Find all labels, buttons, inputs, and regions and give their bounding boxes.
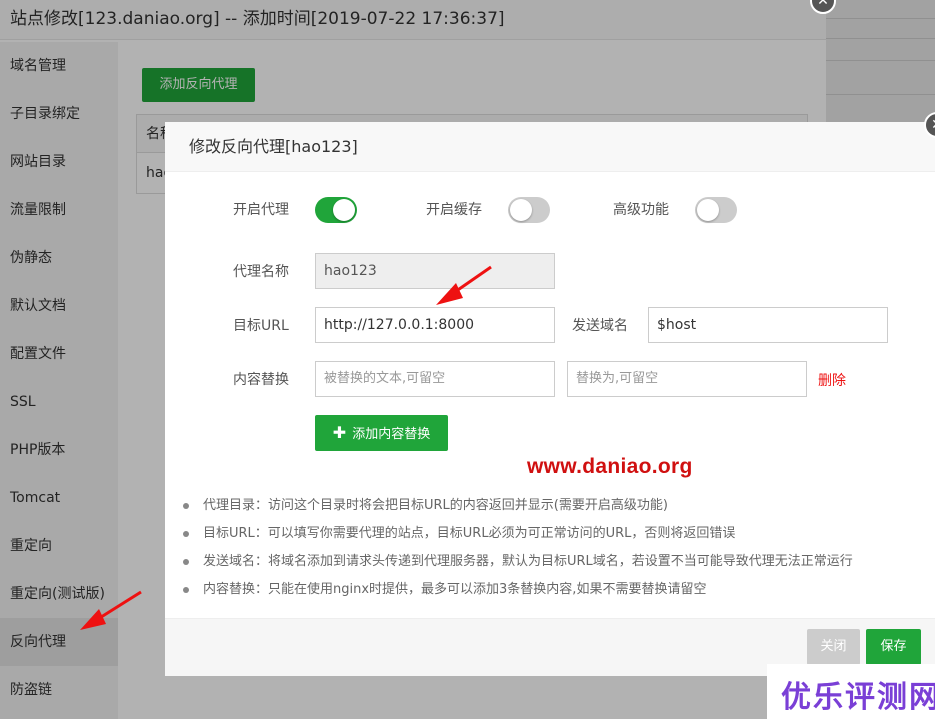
arrow-to-reverse-proxy-icon xyxy=(80,590,142,630)
annotation-arrows xyxy=(80,265,492,630)
arrow-to-target-url-icon xyxy=(436,265,492,305)
watermark-badge-text: 优乐评测网 xyxy=(781,680,935,715)
watermark-badge: 优乐评测网 xyxy=(767,664,935,719)
